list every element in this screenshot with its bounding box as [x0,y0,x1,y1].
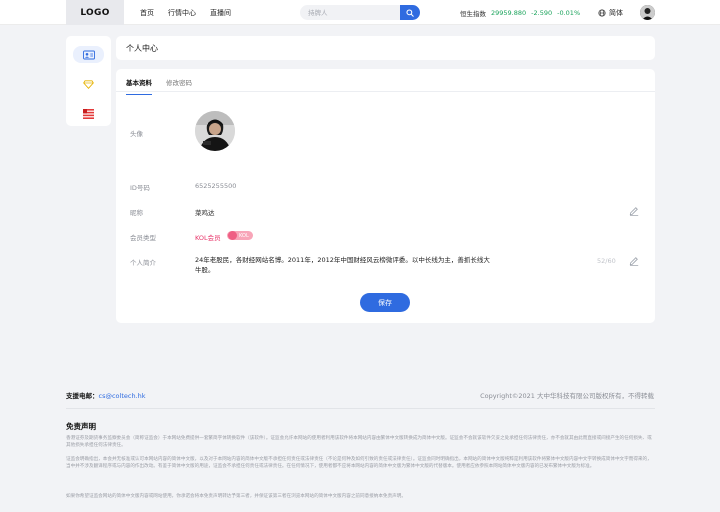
page-title: 个人中心 [126,44,158,53]
support-email-link[interactable]: cs@coltech.hk [99,392,146,400]
profile-card: 基本资料 修改密码 头像 ID号码 6525255500 昵称 菜鸡达 会员类型… [116,69,655,323]
nickname-value: 菜鸡达 [195,209,215,217]
intro-label: 个人简介 [130,259,156,267]
intro-char-count: 52/60 [597,257,616,265]
tab-basic-info[interactable]: 基本资料 [126,77,152,95]
support-label: 支援电邮： [66,392,99,400]
search-box [300,5,420,20]
intro-text[interactable]: 24年老股民，各财经网站名博。2011年，2012年中国财经风云榜微评委。以中长… [195,255,495,275]
edit-nickname-button[interactable] [629,206,639,216]
user-photo-thumb [640,5,655,20]
nav-market[interactable]: 行情中心 [168,8,196,18]
page-title-card: 个人中心 [116,36,655,60]
nav-home[interactable]: 首页 [140,8,154,18]
language-switch[interactable]: 简体 [598,0,623,25]
copyright: Copyright©2021 大中华科技有限公司版权所有，不得转载 [480,392,654,400]
support-contact: 支援电邮：cs@coltech.hk [66,390,146,400]
sidebar-item-subscriptions[interactable] [73,105,104,122]
profile-card-icon [82,50,95,59]
edit-pencil-icon [629,257,639,266]
index-ticker[interactable]: 恒生指数 29959.880 -2.590 -0.01% [460,0,580,25]
index-percent: -0.01% [557,8,581,17]
search-button[interactable] [400,5,420,20]
footer-divider [66,408,655,409]
main-nav: 首页 行情中心 直播间 [140,0,231,25]
edit-pencil-icon [629,207,639,216]
flag-list-icon [83,108,94,119]
nickname-label: 昵称 [130,209,143,217]
sidebar-item-profile[interactable] [73,46,104,63]
kol-badge: KOL [227,231,253,240]
user-avatar[interactable] [640,5,655,20]
disclaimer-paragraph-2: 证监会明确指出，本会并无核准或认可本网站内容的简体中文版，以及对于本网站内容的简… [66,457,652,470]
id-value: 6525255500 [195,182,237,190]
diamond-icon [83,80,94,89]
disclaimer-paragraph-3: 如果你希望证监会网站的简体中文版内容或网站使用，你承诺会将本免责声明转达予第三者… [66,494,406,499]
avatar-label: 头像 [130,130,143,138]
save-button[interactable]: 保存 [360,293,410,312]
sidebar [66,36,111,126]
profile-tabs: 基本资料 修改密码 [126,77,192,95]
kol-badge-label: KOL [239,232,249,239]
top-bar: LOGO 首页 行情中心 直播间 恒生指数 29959.880 -2.590 -… [0,0,720,25]
index-name: 恒生指数 [460,9,486,18]
disclaimer-paragraph-1: 香港证券及期货事务监察委员会（简称证监会）于本网站免费提供一套繁简字体转换软件（… [66,436,652,449]
profile-photo [195,111,235,151]
id-label: ID号码 [130,184,150,192]
disclaimer-title: 免责声明 [66,422,96,431]
search-input[interactable] [300,5,402,20]
logo[interactable]: LOGO [66,0,124,25]
nav-live[interactable]: 直播间 [210,8,231,18]
tab-change-password[interactable]: 修改密码 [166,77,192,95]
language-label: 简体 [609,8,623,17]
index-value: 29959.880 [491,8,527,17]
member-type-value: KOL会员 [195,234,221,242]
sidebar-item-membership[interactable] [73,76,104,93]
profile-avatar[interactable] [195,111,235,151]
index-change: -2.590 [531,8,553,17]
search-icon [406,8,414,17]
tabs-divider [116,91,655,92]
member-type-label: 会员类型 [130,234,156,242]
globe-icon [598,8,606,17]
edit-intro-button[interactable] [629,256,639,266]
kol-badge-icon [228,231,237,240]
